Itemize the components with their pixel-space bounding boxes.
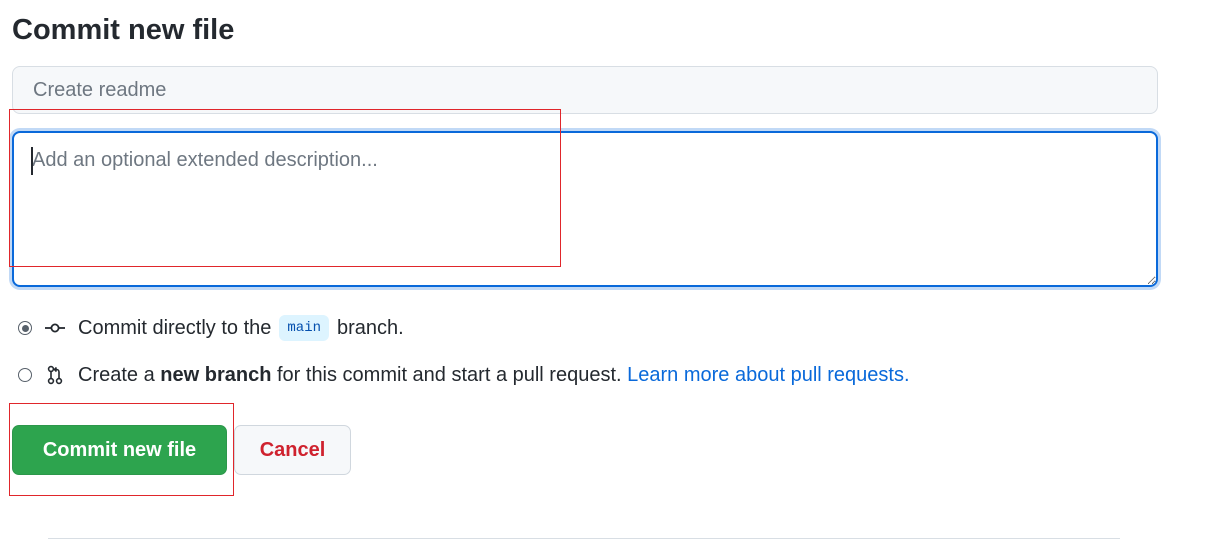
text-caret: [31, 147, 33, 175]
page-title: Commit new file: [12, 14, 235, 46]
new-branch-bold-text: new branch: [160, 363, 272, 386]
commit-form-page: Commit new file Commit directly to the m…: [0, 0, 1208, 539]
branch-name-badge: main: [279, 315, 329, 341]
extended-description-textarea[interactable]: [12, 131, 1158, 287]
new-branch-option[interactable]: Create a new branch for this commit and …: [18, 360, 910, 390]
cancel-button[interactable]: Cancel: [234, 425, 351, 475]
commit-direct-option[interactable]: Commit directly to the main branch.: [18, 313, 404, 343]
commit-direct-radio[interactable]: [18, 321, 32, 335]
commit-direct-text: Commit directly to the: [78, 316, 272, 339]
radio-selected-dot: [21, 324, 29, 332]
new-branch-text-before: Create a: [78, 363, 155, 386]
new-branch-radio[interactable]: [18, 368, 32, 382]
new-branch-text-after: for this commit and start a pull request…: [276, 363, 622, 386]
commit-new-file-button[interactable]: Commit new file: [12, 425, 227, 475]
git-pull-request-icon: [44, 364, 66, 386]
commit-direct-text-after: branch.: [337, 316, 404, 339]
commit-summary-input[interactable]: [12, 66, 1158, 114]
learn-more-pull-requests-link[interactable]: Learn more about pull requests.: [627, 364, 909, 387]
git-commit-icon: [44, 317, 66, 339]
